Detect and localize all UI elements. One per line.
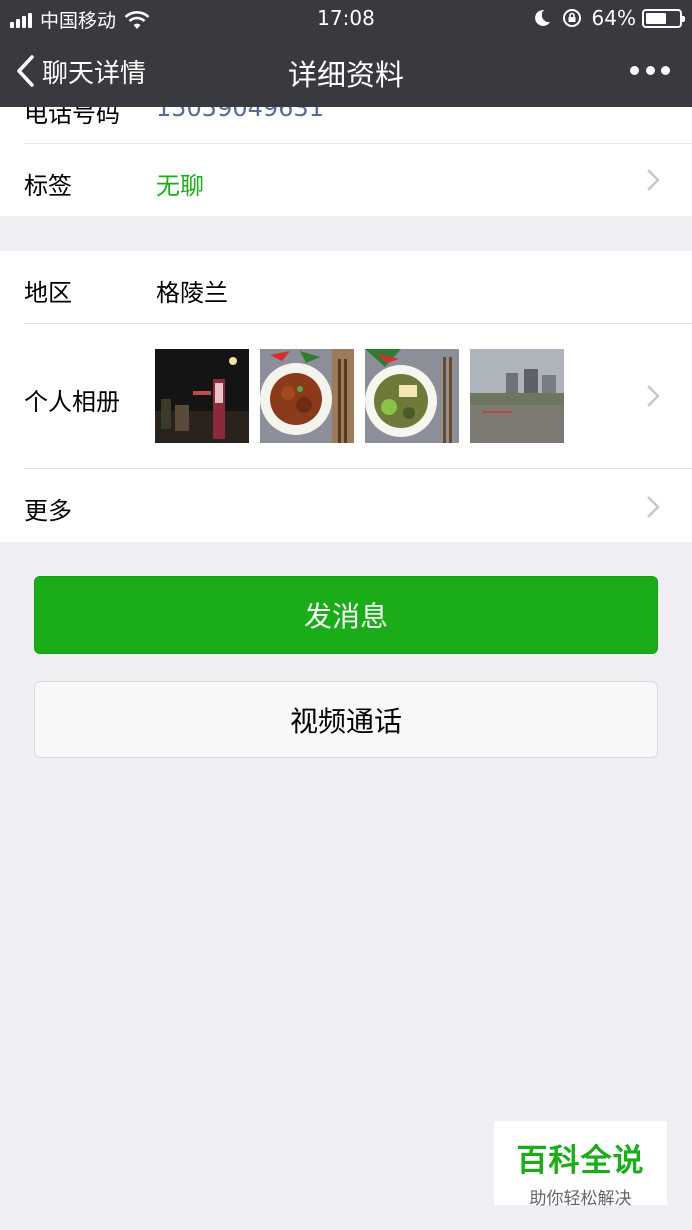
tag-value: 无聊 xyxy=(156,172,204,200)
moon-icon xyxy=(534,9,550,26)
album-label: 个人相册 xyxy=(24,388,120,416)
video-call-button[interactable]: 视频通话 xyxy=(34,681,658,758)
chevron-right-icon xyxy=(647,385,660,407)
more-row[interactable]: 更多 xyxy=(0,469,692,542)
tag-row[interactable]: 标签 无聊 xyxy=(0,144,692,216)
battery-fill xyxy=(646,12,667,24)
album-photo-dish-1[interactable] xyxy=(260,349,354,443)
chevron-right-icon xyxy=(647,496,660,518)
region-value: 格陵兰 xyxy=(156,279,228,307)
region-row: 地区 格陵兰 xyxy=(0,251,692,323)
album-photos xyxy=(155,349,575,443)
battery-icon xyxy=(642,8,685,28)
info-section: 地区 格陵兰 个人相册 更多 xyxy=(0,251,692,542)
status-bar: 中国移动 17:08 64% xyxy=(0,0,692,36)
page-title: 详细资料 xyxy=(287,58,404,92)
nav-bar: 聊天详情 详细资料 xyxy=(0,36,692,107)
watermark-subtitle: 助你轻松解决 xyxy=(529,1189,632,1209)
watermark-logo: 百科全说 助你轻松解决 xyxy=(494,1121,667,1209)
album-photo-dish-2[interactable] xyxy=(365,349,459,443)
tag-label: 标签 xyxy=(24,172,72,200)
status-right: 64% xyxy=(532,6,685,30)
battery-percent: 64% xyxy=(591,6,636,30)
album-photo-night-street[interactable] xyxy=(155,349,249,443)
chevron-right-icon xyxy=(647,169,660,191)
more-label: 更多 xyxy=(24,497,72,525)
region-label: 地区 xyxy=(24,279,72,307)
album-photo-city-river[interactable] xyxy=(470,349,564,443)
top-bar: 中国移动 17:08 64% 聊天详情 详细资料 xyxy=(0,0,692,107)
watermark-title: 百科全说 xyxy=(516,1143,645,1179)
send-message-button[interactable]: 发消息 xyxy=(34,576,658,654)
rotation-lock-icon xyxy=(562,9,581,27)
album-row[interactable]: 个人相册 xyxy=(0,324,692,468)
more-dots-icon[interactable] xyxy=(630,56,670,84)
